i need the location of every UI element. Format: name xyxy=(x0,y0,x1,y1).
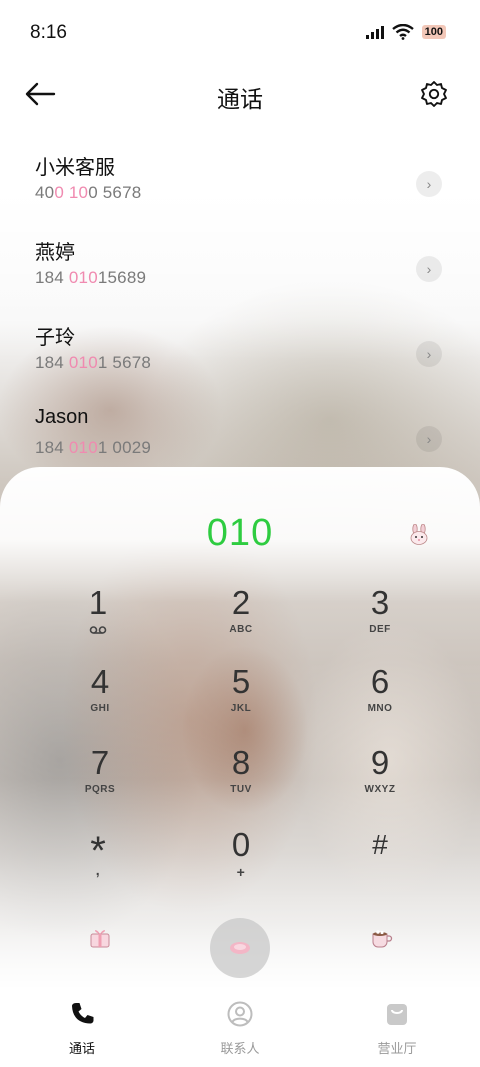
dial-key-6[interactable]: 6 MNO xyxy=(330,663,430,733)
hot-cocoa-sticker-icon[interactable] xyxy=(369,925,393,949)
status-time: 8:16 xyxy=(30,22,67,43)
wifi-icon xyxy=(391,24,414,40)
bunny-sticker-icon[interactable] xyxy=(408,524,430,546)
status-icons: 100 xyxy=(365,24,446,40)
status-bar: 8:16 100 xyxy=(0,0,480,66)
nav-tab-store[interactable]: 营业厅 xyxy=(347,1001,447,1057)
dial-key-3[interactable]: 3 DEF xyxy=(330,584,430,654)
contact-name: 子玲 xyxy=(35,327,75,349)
dial-key-0[interactable]: 0 + xyxy=(191,826,291,896)
call-button[interactable] xyxy=(210,918,270,978)
dial-key-7[interactable]: 7 PQRS xyxy=(50,744,150,814)
contact-name: Jason xyxy=(35,406,89,428)
battery-indicator: 100 xyxy=(421,25,446,39)
dial-key-5[interactable]: 5 JKL xyxy=(191,663,291,733)
contact-number: 184 0101 5678 xyxy=(35,353,152,372)
contact-number: 400 100 5678 xyxy=(35,183,142,202)
contacts-icon xyxy=(227,1001,253,1027)
nav-label: 通话 xyxy=(68,1041,95,1056)
dial-key-star[interactable]: * , xyxy=(48,831,148,902)
nav-label: 营业厅 xyxy=(377,1041,417,1056)
contact-number: 184 01015689 xyxy=(35,268,147,287)
dial-key-1[interactable]: 1 xyxy=(48,584,148,654)
chevron-right-icon[interactable]: › xyxy=(416,256,442,282)
nav-label: 联系人 xyxy=(220,1041,260,1056)
page-title: 通话 xyxy=(217,86,263,112)
nav-tab-calls[interactable]: 通话 xyxy=(32,1001,132,1057)
dial-key-8[interactable]: 8 TUV xyxy=(191,744,291,814)
voicemail-icon xyxy=(89,626,107,634)
gear-icon[interactable] xyxy=(420,80,448,108)
gift-box-sticker-icon[interactable] xyxy=(88,925,112,949)
chevron-right-icon[interactable]: › xyxy=(416,341,442,367)
dial-key-9[interactable]: 9 WXYZ xyxy=(330,744,430,814)
phone-icon xyxy=(72,1003,94,1024)
header: 通话 xyxy=(0,68,480,122)
store-bag-icon xyxy=(387,1004,407,1025)
chevron-right-icon[interactable]: › xyxy=(416,426,442,452)
signal-icon xyxy=(365,25,384,39)
contact-row[interactable]: 子玲 184 0101 5678 › xyxy=(0,321,480,393)
contact-row[interactable]: 燕婷 184 01015689 › xyxy=(0,236,480,308)
nav-tab-contacts[interactable]: 联系人 xyxy=(190,1001,290,1057)
dial-key-4[interactable]: 4 GHI xyxy=(50,663,150,733)
bottom-nav: 通话 联系人 营业厅 xyxy=(0,987,480,1067)
contact-number: 184 0101 0029 xyxy=(35,438,152,457)
dial-key-2[interactable]: 2 ABC xyxy=(191,584,291,654)
chevron-right-icon[interactable]: › xyxy=(416,171,442,197)
contact-name: 小米客服 xyxy=(35,157,115,179)
dial-key-hash[interactable]: # xyxy=(330,826,430,896)
contact-name: 燕婷 xyxy=(35,242,75,264)
contact-row[interactable]: 小米客服 400 100 5678 › xyxy=(0,151,480,223)
phone-handset-icon xyxy=(230,942,250,954)
